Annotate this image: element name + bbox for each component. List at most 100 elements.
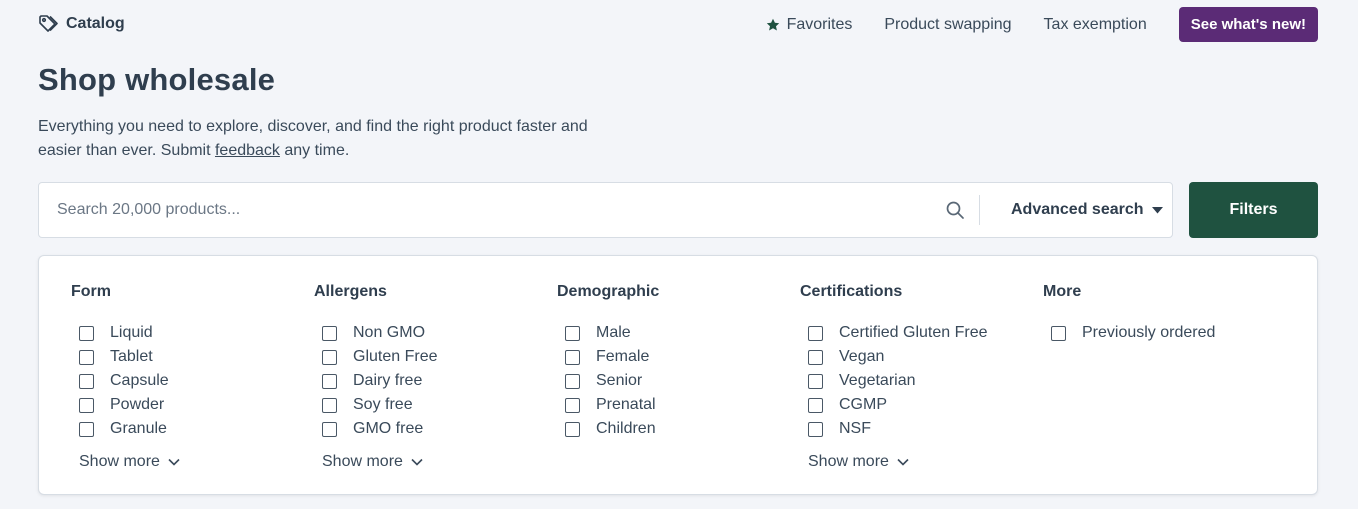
- filter-panel: Form Liquid Tablet Capsule Powder Granul…: [38, 255, 1318, 495]
- filter-option[interactable]: Children: [565, 417, 659, 441]
- chevron-down-icon: [897, 458, 909, 466]
- filter-option[interactable]: Previously ordered: [1051, 321, 1215, 345]
- checkbox[interactable]: [322, 373, 337, 389]
- filter-option-label: GMO free: [353, 420, 424, 437]
- filter-group-title: Demographic: [557, 283, 660, 300]
- filter-option[interactable]: NSF: [808, 417, 988, 441]
- checkbox[interactable]: [79, 325, 94, 341]
- brand-label: Catalog: [66, 15, 125, 32]
- filter-option-label: Dairy free: [353, 372, 423, 389]
- nav-tax-exemption[interactable]: Tax exemption: [1044, 16, 1147, 34]
- checkbox[interactable]: [79, 373, 94, 389]
- checkbox[interactable]: [565, 349, 580, 365]
- filter-option-label: Female: [596, 348, 650, 365]
- see-whats-new-button[interactable]: See what's new!: [1178, 7, 1318, 42]
- show-more-form[interactable]: Show more: [79, 450, 180, 474]
- chevron-down-icon: [411, 458, 423, 466]
- filter-option-label: Certified Gluten Free: [839, 324, 988, 341]
- filter-option[interactable]: Certified Gluten Free: [808, 321, 988, 345]
- filter-options: Certified Gluten Free Vegan Vegetarian C…: [808, 321, 988, 441]
- filter-option-label: Capsule: [110, 372, 169, 389]
- feedback-link[interactable]: feedback: [215, 142, 280, 159]
- advanced-search-dropdown[interactable]: Advanced search: [1011, 183, 1163, 237]
- checkbox[interactable]: [808, 421, 823, 437]
- nav-tax-exemption-label: Tax exemption: [1043, 15, 1147, 33]
- filter-group-allergens: Allergens Non GMO Gluten Free Dairy free…: [314, 282, 437, 474]
- filter-option[interactable]: Female: [565, 345, 659, 369]
- show-more-label: Show more: [808, 453, 889, 470]
- filter-group-title: Form: [71, 283, 111, 300]
- filter-option-label: Senior: [596, 372, 643, 389]
- filter-option[interactable]: Dairy free: [322, 369, 437, 393]
- filter-option-label: NSF: [839, 420, 871, 437]
- filter-options: Liquid Tablet Capsule Powder Granule: [79, 321, 180, 441]
- filter-options: Male Female Senior Prenatal Children: [565, 321, 659, 441]
- filter-option-label: Vegan: [839, 348, 885, 365]
- checkbox[interactable]: [808, 325, 823, 341]
- filter-option-label: Tablet: [110, 348, 153, 365]
- checkbox[interactable]: [1051, 325, 1066, 341]
- search-input[interactable]: [57, 183, 937, 237]
- search-divider: [979, 195, 980, 225]
- nav-favorites[interactable]: Favorites: [766, 16, 852, 34]
- filter-option-label: Non GMO: [353, 324, 426, 341]
- advanced-search-label: Advanced search: [1011, 201, 1144, 218]
- star-icon: [766, 18, 779, 30]
- filter-option[interactable]: Prenatal: [565, 393, 659, 417]
- nav-product-swapping-label: Product swapping: [884, 15, 1012, 33]
- filter-option-label: Granule: [110, 420, 167, 437]
- show-more-allergens[interactable]: Show more: [322, 450, 437, 474]
- top-bar: Catalog Favorites Product swapping Tax e…: [0, 0, 1358, 48]
- catalog-brand[interactable]: Catalog: [38, 14, 125, 34]
- filter-option[interactable]: Vegetarian: [808, 369, 988, 393]
- filter-option[interactable]: Liquid: [79, 321, 180, 345]
- nav-product-swapping[interactable]: Product swapping: [884, 16, 1011, 34]
- filter-option[interactable]: Vegan: [808, 345, 988, 369]
- checkbox[interactable]: [79, 421, 94, 437]
- chevron-down-icon: [168, 458, 180, 466]
- search-icon[interactable]: [945, 200, 965, 220]
- checkbox[interactable]: [565, 421, 580, 437]
- filter-option[interactable]: Capsule: [79, 369, 180, 393]
- filter-option-label: Liquid: [110, 324, 153, 341]
- filter-group-title: Certifications: [800, 283, 903, 300]
- checkbox[interactable]: [808, 349, 823, 365]
- show-more-label: Show more: [79, 453, 160, 470]
- filter-group-demographic: Demographic Male Female Senior Prenatal …: [557, 282, 659, 441]
- checkbox[interactable]: [322, 397, 337, 413]
- filter-option[interactable]: Gluten Free: [322, 345, 437, 369]
- filter-option[interactable]: GMO free: [322, 417, 437, 441]
- top-nav: Favorites Product swapping Tax exemption…: [766, 7, 1318, 42]
- caret-down-icon: [1151, 206, 1163, 213]
- checkbox[interactable]: [565, 373, 580, 389]
- checkbox[interactable]: [79, 397, 94, 413]
- checkbox[interactable]: [565, 397, 580, 413]
- filter-option[interactable]: Soy free: [322, 393, 437, 417]
- filter-option[interactable]: Tablet: [79, 345, 180, 369]
- filters-button[interactable]: Filters: [1189, 182, 1318, 238]
- filter-group-certifications: Certifications Certified Gluten Free Veg…: [800, 282, 988, 474]
- checkbox[interactable]: [565, 325, 580, 341]
- checkbox[interactable]: [322, 349, 337, 365]
- filter-option[interactable]: Powder: [79, 393, 180, 417]
- filter-option[interactable]: Granule: [79, 417, 180, 441]
- filter-option-label: Prenatal: [596, 396, 656, 413]
- filter-options: Non GMO Gluten Free Dairy free Soy free …: [322, 321, 437, 441]
- search-bar: Advanced search: [38, 182, 1173, 238]
- checkbox[interactable]: [79, 349, 94, 365]
- page-title: Shop wholesale: [38, 62, 276, 97]
- filter-option[interactable]: Senior: [565, 369, 659, 393]
- checkbox[interactable]: [322, 421, 337, 437]
- checkbox[interactable]: [322, 325, 337, 341]
- filter-group-title: Allergens: [314, 283, 387, 300]
- filter-option-label: Vegetarian: [839, 372, 916, 389]
- tag-icon: [39, 15, 58, 32]
- filter-option[interactable]: CGMP: [808, 393, 988, 417]
- filter-group-more: More Previously ordered: [1043, 282, 1215, 345]
- filter-option-label: Previously ordered: [1082, 324, 1216, 341]
- filter-option[interactable]: Male: [565, 321, 659, 345]
- checkbox[interactable]: [808, 397, 823, 413]
- filter-option[interactable]: Non GMO: [322, 321, 437, 345]
- checkbox[interactable]: [808, 373, 823, 389]
- show-more-certifications[interactable]: Show more: [808, 450, 988, 474]
